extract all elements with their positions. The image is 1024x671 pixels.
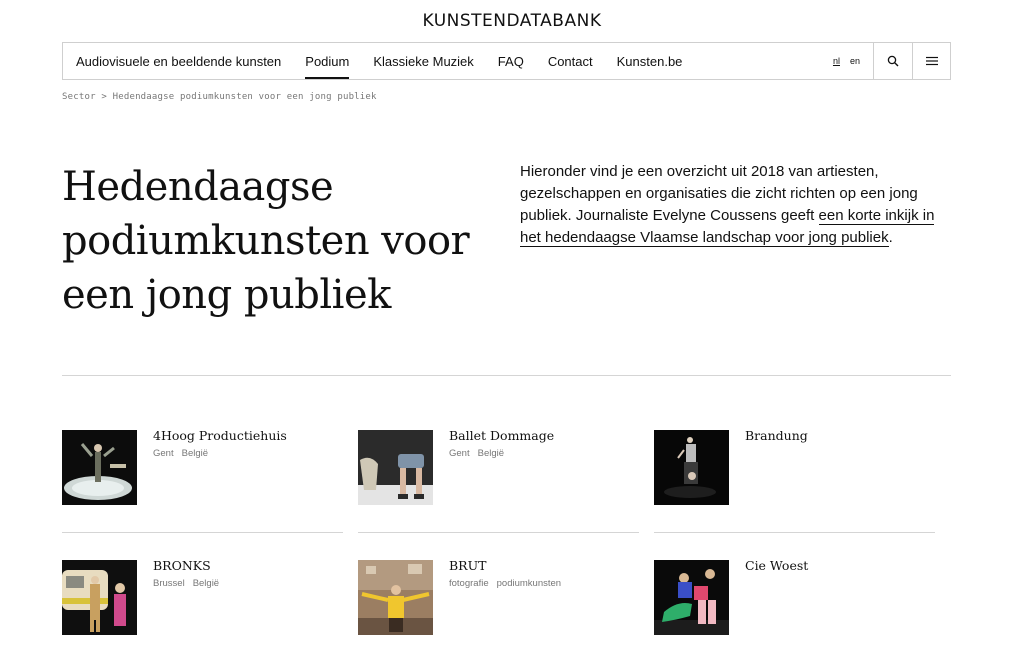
card-thumbnail[interactable] [62, 560, 137, 635]
search-icon [887, 55, 899, 67]
card-divider [358, 532, 639, 533]
card-tag[interactable]: België [182, 448, 208, 459]
organisation-card[interactable]: Cie Woest [654, 558, 935, 662]
nav-link-audiovisuele[interactable]: Audiovisuele en beeldende kunsten [76, 43, 281, 79]
hamburger-menu-icon [925, 56, 938, 66]
nav-link-podium[interactable]: Podium [305, 43, 350, 79]
card-name[interactable]: Cie Woest [745, 558, 808, 573]
nav-link-contact[interactable]: Contact [548, 43, 593, 79]
organisation-card[interactable]: 4Hoog Productiehuis Gent België [62, 428, 343, 533]
organisation-card[interactable]: BRUT fotografie podiumkunsten [358, 558, 639, 662]
card-tags: fotografie podiumkunsten [449, 578, 561, 589]
breadcrumb-current: Hedendaagse podiumkunsten voor een jong … [112, 92, 377, 102]
card-tag[interactable]: Brussel [153, 578, 185, 589]
intro-end: . [888, 229, 893, 246]
card-divider [654, 532, 935, 533]
card-tags: Gent België [153, 448, 208, 459]
card-name[interactable]: Ballet Dommage [449, 428, 554, 443]
card-tags: Gent België [449, 448, 504, 459]
nav-link-kunsten-be[interactable]: Kunsten.be [617, 43, 683, 79]
section-divider [62, 375, 951, 376]
card-thumbnail[interactable] [358, 430, 433, 505]
card-name[interactable]: BRUT [449, 558, 486, 573]
card-tag[interactable]: Gent [153, 448, 174, 459]
card-name[interactable]: 4Hoog Productiehuis [153, 428, 287, 443]
site-logo[interactable]: KUNSTENDATABANK [0, 11, 1024, 31]
card-thumbnail[interactable] [654, 560, 729, 635]
lang-en[interactable]: en [850, 56, 860, 66]
lang-nl[interactable]: nl [833, 56, 840, 66]
intro-paragraph: Hieronder vind je een overzicht uit 2018… [520, 161, 950, 249]
menu-button[interactable] [912, 43, 950, 79]
breadcrumb-separator: > [101, 92, 107, 102]
card-name[interactable]: BRONKS [153, 558, 211, 573]
organisation-card[interactable]: BRONKS Brussel België [62, 558, 343, 662]
nav-link-klassieke-muziek[interactable]: Klassieke Muziek [373, 43, 473, 79]
language-switcher: nl en [820, 43, 873, 79]
breadcrumb-sector[interactable]: Sector [62, 92, 96, 102]
card-tag[interactable]: fotografie [449, 578, 489, 589]
nav-links: Audiovisuele en beeldende kunsten Podium… [63, 43, 820, 79]
card-thumbnail[interactable] [358, 560, 433, 635]
card-tag[interactable]: podiumkunsten [497, 578, 561, 589]
organisation-card[interactable]: Ballet Dommage Gent België [358, 428, 639, 533]
main-navigation: Audiovisuele en beeldende kunsten Podium… [62, 42, 951, 80]
card-thumbnail[interactable] [654, 430, 729, 505]
search-button[interactable] [873, 43, 912, 79]
card-tag[interactable]: Gent [449, 448, 470, 459]
nav-link-faq[interactable]: FAQ [498, 43, 524, 79]
card-name[interactable]: Brandung [745, 428, 808, 443]
card-thumbnail[interactable] [62, 430, 137, 505]
card-tag[interactable]: België [193, 578, 219, 589]
card-tag[interactable]: België [478, 448, 504, 459]
breadcrumb: Sector > Hedendaagse podiumkunsten voor … [62, 92, 377, 102]
page-title: Hedendaagse podiumkunsten voor een jong … [62, 164, 470, 318]
card-tags: Brussel België [153, 578, 219, 589]
organisation-card[interactable]: Brandung [654, 428, 935, 533]
card-divider [62, 532, 343, 533]
